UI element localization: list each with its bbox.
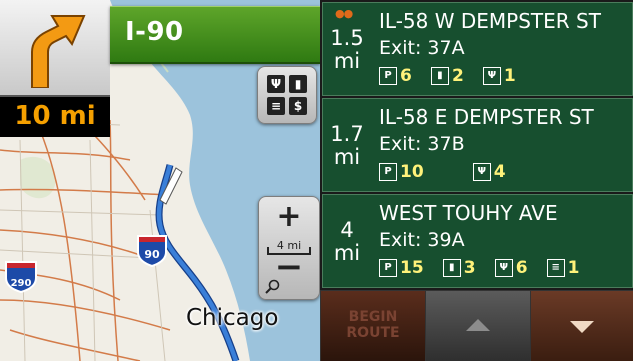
- amenity-food: Ψ1: [482, 66, 516, 86]
- exit-item[interactable]: 1.7 mi IL-58 E DEMPSTER ST Exit: 37B P 10…: [322, 98, 633, 192]
- gas-icon: ▮: [430, 66, 449, 85]
- poi-category-button[interactable]: Ψ ▮ ≡ $: [257, 66, 317, 124]
- exit-number: Exit: 39A: [379, 229, 465, 251]
- exit-number: Exit: 37A: [379, 37, 465, 59]
- lodging-icon: ≡: [267, 97, 285, 115]
- food-icon: Ψ: [472, 162, 491, 181]
- amenity-food: Ψ6: [494, 258, 528, 278]
- amenity-gas: ▮ 2: [430, 66, 464, 86]
- turn-distance-box: 10 mi: [0, 95, 110, 137]
- upcoming-exits-panel: ●● 1.5 mi IL-58 W DEMPSTER ST Exit: 37A …: [320, 0, 633, 361]
- current-road-bar: I-90: [110, 6, 320, 64]
- zoom-control: + 4 mi −: [258, 196, 320, 300]
- begin-route-label-line1: BEGIN: [348, 309, 398, 325]
- parking-icon: P: [379, 258, 397, 277]
- chevron-down-icon: [570, 321, 594, 333]
- food-icon: Ψ: [482, 66, 501, 85]
- amenity-parking: P 15: [379, 258, 424, 278]
- flag-dots-icon: ●●: [335, 7, 353, 20]
- exit-distance: 1.5 mi: [330, 26, 364, 73]
- search-icon[interactable]: [265, 279, 281, 295]
- lodging-icon: ≡: [546, 258, 565, 277]
- amenity-food: Ψ4: [472, 162, 506, 182]
- begin-route-button[interactable]: BEGIN ROUTE: [320, 290, 426, 361]
- amenity-parking: P 10: [379, 162, 424, 182]
- scroll-down-button[interactable]: [530, 290, 633, 361]
- scroll-up-button[interactable]: [425, 290, 531, 361]
- exit-number: Exit: 37B: [379, 133, 465, 155]
- zoom-in-button[interactable]: +: [259, 197, 319, 237]
- money-icon: $: [289, 97, 307, 115]
- parking-icon: P: [379, 66, 397, 85]
- exit-road: WEST TOUHY AVE: [379, 201, 558, 225]
- amenity-parking: P6: [379, 66, 412, 86]
- chevron-up-icon: [466, 319, 490, 331]
- exit-amenities: P 10 Ψ4: [379, 161, 520, 182]
- exit-road: IL-58 W DEMPSTER ST: [379, 9, 601, 33]
- gas-icon: ▮: [442, 258, 461, 277]
- exit-amenities: P6 ▮ 2 Ψ1: [379, 65, 530, 86]
- exit-road: IL-58 E DEMPSTER ST: [379, 105, 594, 129]
- turn-slight-right-arrow-icon: [31, 15, 86, 88]
- next-turn-panel[interactable]: [0, 0, 110, 95]
- shield-290-label: 290: [11, 278, 32, 289]
- amenity-gas: ▮ 3: [442, 258, 476, 278]
- zoom-out-button[interactable]: −: [259, 250, 319, 284]
- food-icon: Ψ: [267, 75, 285, 93]
- exit-item[interactable]: ●● 1.5 mi IL-58 W DEMPSTER ST Exit: 37A …: [322, 2, 633, 96]
- bottom-toolbar: BEGIN ROUTE: [320, 290, 633, 361]
- city-label: Chicago: [186, 305, 279, 331]
- shield-90-label: 90: [144, 248, 160, 261]
- gas-icon: ▮: [289, 75, 307, 93]
- amenity-lodging: ≡ 1: [546, 258, 579, 278]
- current-road-name: I-90: [125, 17, 184, 47]
- turn-distance: 10 mi: [14, 101, 96, 131]
- exit-distance: 1.7 mi: [330, 122, 364, 169]
- food-icon: Ψ: [494, 258, 513, 277]
- exit-amenities: P 15 ▮ 3 Ψ6 ≡ 1: [379, 257, 593, 278]
- begin-route-label-line2: ROUTE: [346, 325, 400, 341]
- exit-distance: 4 mi: [333, 218, 361, 265]
- parking-icon: P: [379, 162, 397, 181]
- navigation-screen: 90 290 Chicago 10 mi I-90 Ψ ▮ ≡ $ + 4 mi…: [0, 0, 633, 361]
- exit-item[interactable]: 4 mi WEST TOUHY AVE Exit: 39A P 15 ▮ 3 Ψ6 …: [322, 194, 633, 288]
